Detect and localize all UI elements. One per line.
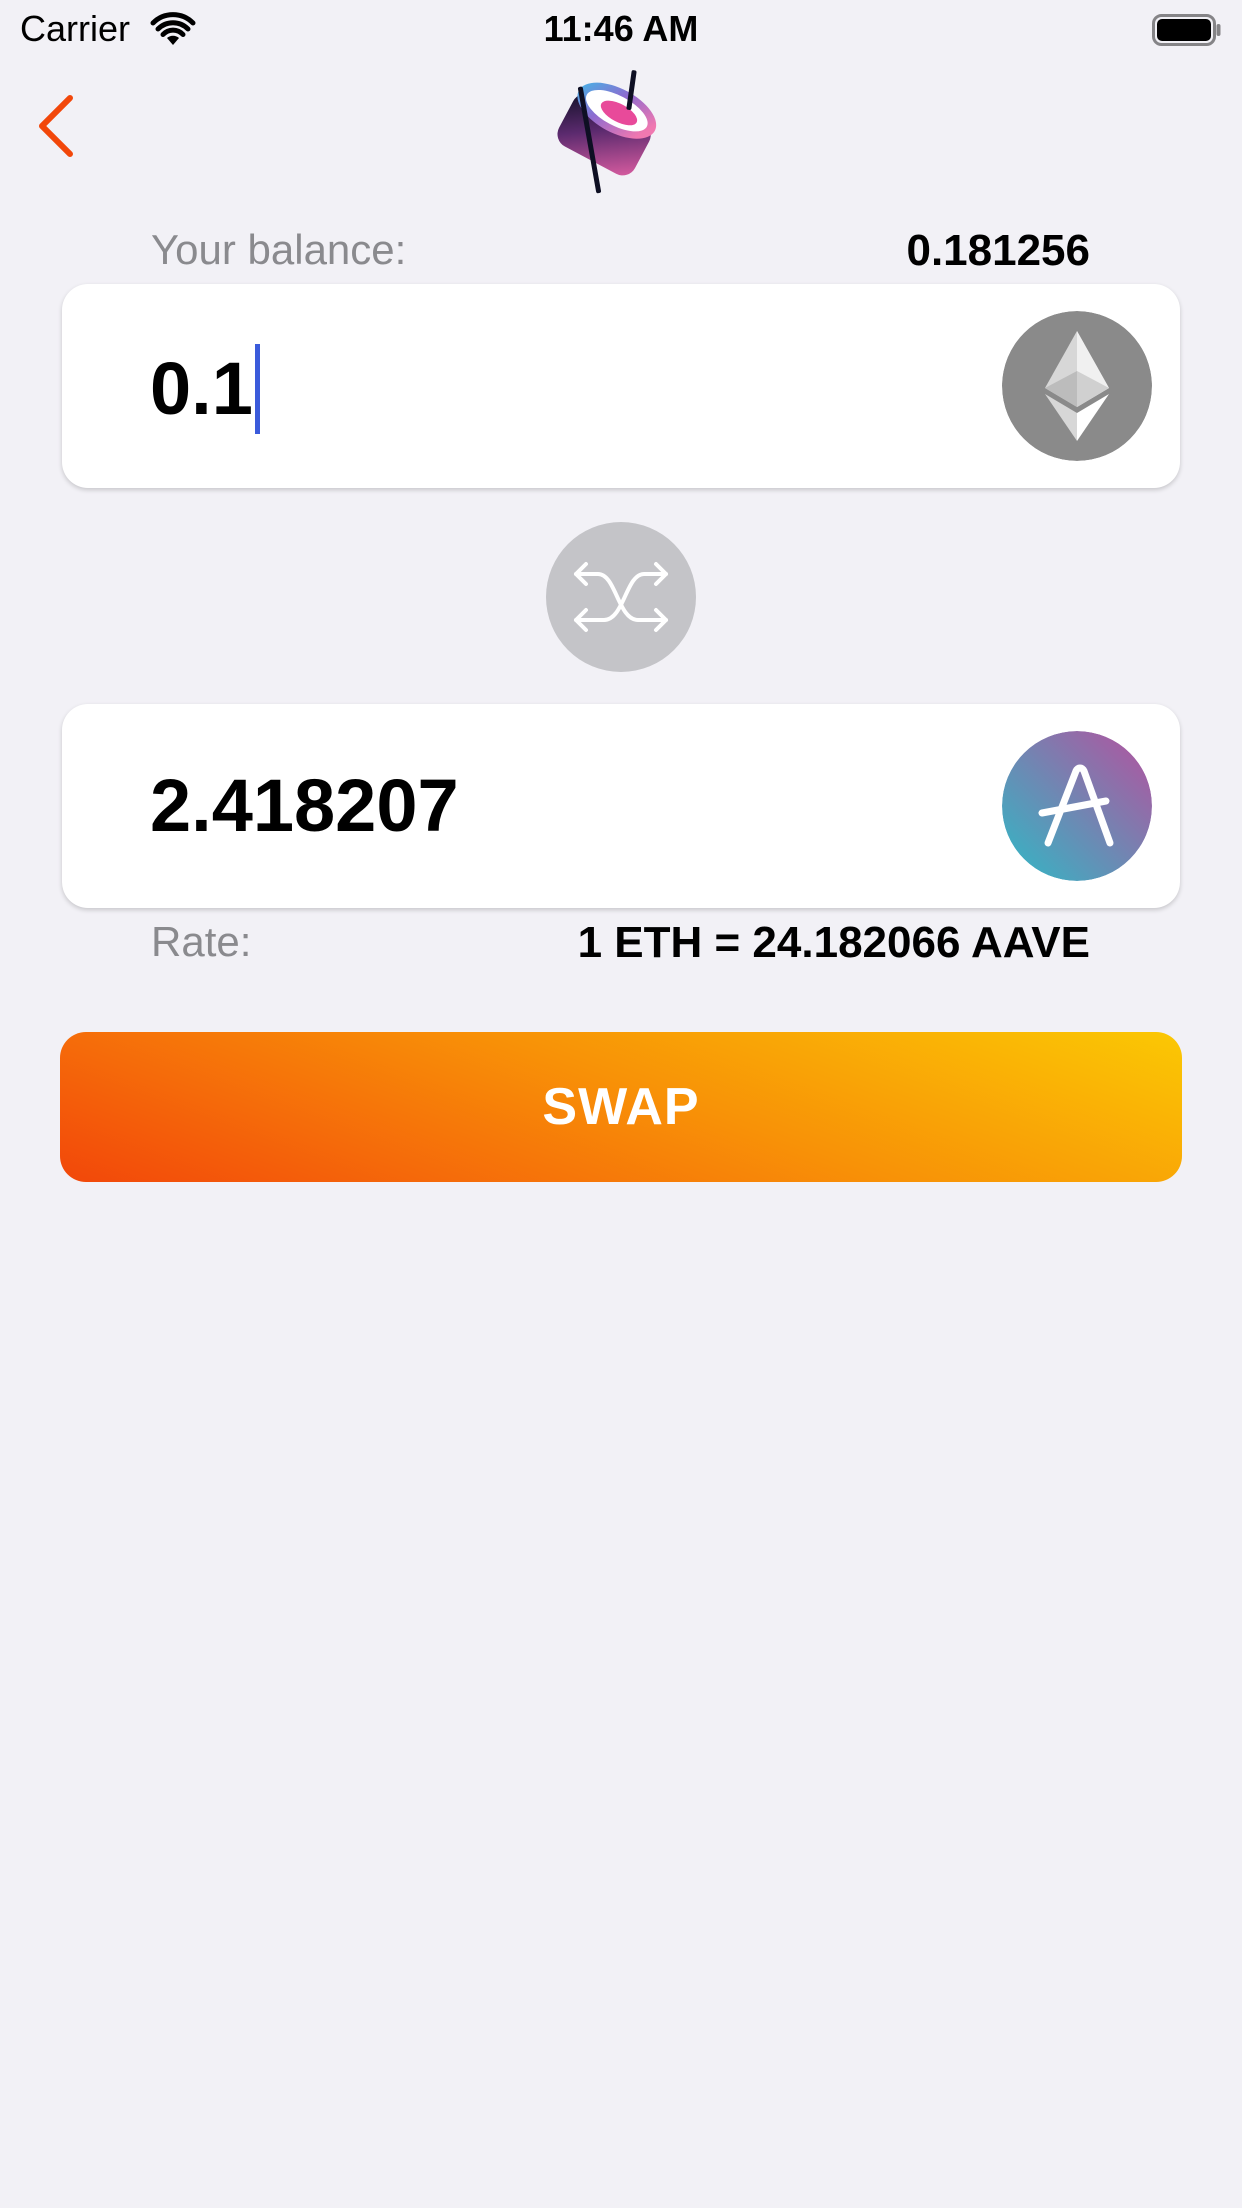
- from-token-button[interactable]: [1002, 311, 1152, 461]
- clock-time: 11:46 AM: [543, 8, 699, 49]
- from-amount-card[interactable]: 0.1: [62, 284, 1180, 488]
- rate-value: 1 ETH = 24.182066 AAVE: [577, 918, 1090, 967]
- battery-full-icon: [1152, 14, 1221, 46]
- from-amount-value: 0.1: [150, 347, 253, 430]
- from-amount-input[interactable]: 0.1: [150, 344, 260, 434]
- to-amount-card[interactable]: 2.418207: [62, 704, 1180, 908]
- to-amount-output: 2.418207: [150, 764, 459, 848]
- to-amount-value: 2.418207: [150, 764, 459, 847]
- text-caret: [254, 344, 260, 434]
- balance-value: 0.181256: [906, 226, 1090, 275]
- switch-direction-button[interactable]: [546, 522, 696, 672]
- balance-label: Your balance:: [151, 226, 407, 273]
- to-token-button[interactable]: [1002, 731, 1152, 881]
- aave-icon: [1002, 731, 1152, 881]
- sushi-logo-icon: [557, 70, 657, 194]
- swap-button[interactable]: SWAP: [60, 1032, 1182, 1182]
- status-bar: Carrier 11:46 AM: [0, 0, 1242, 62]
- rate-label: Rate:: [151, 918, 252, 965]
- swap-arrows-icon: [574, 562, 668, 632]
- back-button[interactable]: [28, 88, 88, 164]
- ethereum-icon: [1002, 311, 1152, 461]
- chevron-left-icon: [39, 95, 73, 157]
- swap-screen: Carrier 11:46 AM Your balance: 0.181256 …: [0, 0, 1242, 2208]
